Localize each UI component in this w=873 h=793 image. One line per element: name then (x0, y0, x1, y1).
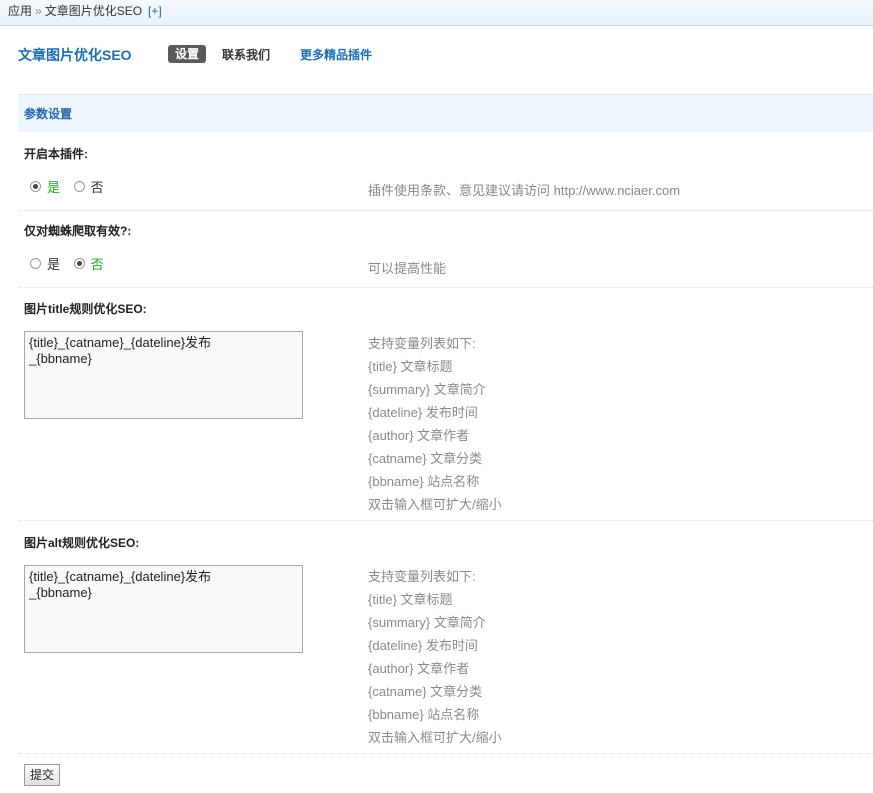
alt-rule-textarea[interactable]: {title}_{catname}_{dateline}发布 _{bbname} (24, 565, 303, 653)
variable-item: {bbname} 站点名称 (368, 707, 480, 722)
breadcrumb-separator: » (35, 4, 42, 18)
title-rule-textarea[interactable]: {title}_{catname}_{dateline}发布 _{bbname} (24, 331, 303, 419)
spider-yes-radio[interactable]: 是 (30, 254, 60, 273)
setting-alt-rule-label-row: 图片alt规则优化SEO: (18, 534, 873, 551)
divider (18, 753, 873, 754)
plugin-header: 文章图片优化SEO 设置 联系我们 更多精品插件 (0, 26, 873, 66)
variable-item: {bbname} 站点名称 (368, 474, 480, 489)
section-title: 参数设置 (18, 94, 873, 132)
variable-list: 支持变量列表如下: {title} 文章标题 {summary} 文章简介 {d… (368, 565, 502, 749)
variable-item: {author} 文章作者 (368, 428, 470, 443)
setting-spider-label-row: 仅对蜘蛛爬取有效?: (18, 222, 873, 239)
enable-yes-radio[interactable]: 是 (30, 177, 60, 196)
setting-enable-label-row: 开启本插件: (18, 145, 873, 162)
spider-no-radio[interactable]: 否 (73, 254, 104, 273)
variable-item: {summary} 文章简介 (368, 615, 486, 630)
submit-button[interactable]: 提交 (24, 764, 61, 786)
variable-hint: 双击输入框可扩大/缩小 (368, 730, 502, 745)
enable-radio-group: 是 否 (30, 177, 114, 196)
plugin-title: 文章图片优化SEO (18, 47, 132, 63)
variable-item: {summary} 文章简介 (368, 382, 486, 397)
variable-hint: 双击输入框可扩大/缩小 (368, 497, 502, 512)
radio-checked-icon[interactable] (73, 258, 85, 269)
setting-label: 图片title规则优化SEO: (24, 302, 147, 316)
radio-unchecked-icon[interactable] (30, 258, 41, 269)
breadcrumb-root[interactable]: 应用 (8, 4, 32, 18)
setting-comment: 插件使用条款、意见建议请访问 http://www.nciaer.com (368, 183, 681, 198)
variable-list-heading: 支持变量列表如下: (368, 336, 476, 351)
variable-item: {title} 文章标题 (368, 592, 453, 607)
tab-settings[interactable]: 设置 (168, 45, 207, 63)
variable-item: {title} 文章标题 (368, 359, 453, 374)
add-shortcut-link[interactable]: [+] (148, 4, 162, 18)
tab-contact[interactable]: 联系我们 (222, 46, 270, 63)
divider (18, 210, 873, 211)
setting-label: 图片alt规则优化SEO: (24, 536, 140, 550)
variable-item: {dateline} 发布时间 (368, 638, 478, 653)
variable-list-heading: 支持变量列表如下: (368, 569, 476, 584)
variable-item: {catname} 文章分类 (368, 684, 483, 699)
variable-item: {author} 文章作者 (368, 661, 470, 676)
variable-item: {dateline} 发布时间 (368, 405, 478, 420)
divider (18, 287, 873, 288)
setting-label: 开启本插件: (24, 147, 88, 161)
setting-label: 仅对蜘蛛爬取有效?: (24, 224, 132, 238)
setting-title-rule-label-row: 图片title规则优化SEO: (18, 300, 873, 317)
enable-no-radio[interactable]: 否 (73, 177, 104, 196)
tab-more-plugins[interactable]: 更多精品插件 (300, 46, 372, 63)
divider (18, 520, 873, 521)
breadcrumb-current[interactable]: 文章图片优化SEO (45, 4, 142, 18)
setting-comment: 可以提高性能 (368, 261, 447, 276)
variable-item: {catname} 文章分类 (368, 451, 483, 466)
variable-list: 支持变量列表如下: {title} 文章标题 {summary} 文章简介 {d… (368, 332, 502, 516)
radio-checked-icon[interactable] (30, 181, 41, 192)
breadcrumb: 应用» 文章图片优化SEO [+] (0, 0, 873, 26)
radio-unchecked-icon[interactable] (73, 181, 85, 192)
spider-radio-group: 是 否 (30, 254, 114, 273)
